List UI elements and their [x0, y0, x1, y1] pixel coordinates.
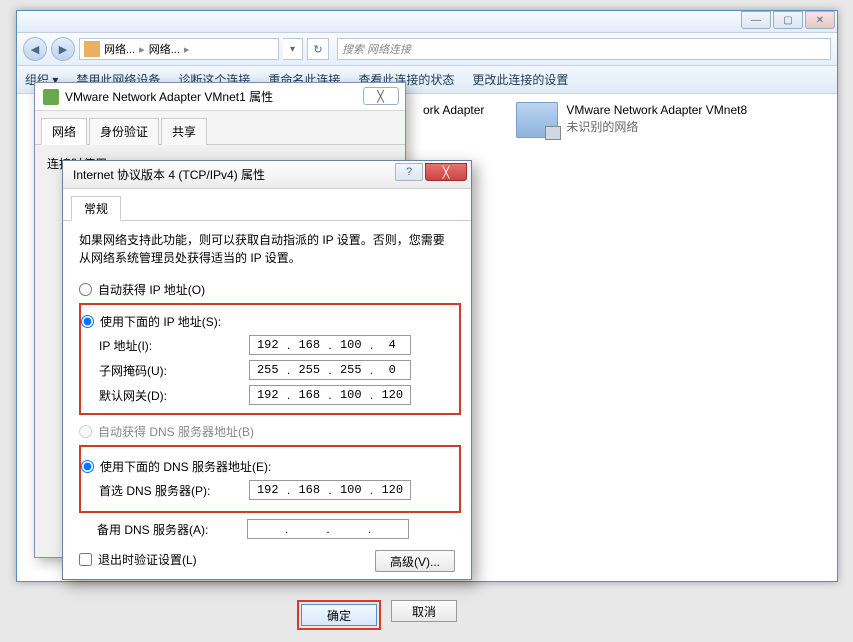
- highlight-box-ip: 使用下面的 IP 地址(S): IP 地址(I): 192. 168. 100.…: [79, 303, 461, 415]
- dialog-title: VMware Network Adapter VMnet1 属性: [65, 88, 273, 105]
- radio-use-dns[interactable]: 使用下面的 DNS 服务器地址(E):: [81, 458, 453, 475]
- gateway-label: 默认网关(D):: [81, 387, 241, 404]
- adapter-icon: [43, 89, 59, 105]
- adapter-icon: [516, 102, 558, 138]
- dns1-input[interactable]: 192. 168. 100. 120: [249, 480, 411, 500]
- radio-input[interactable]: [81, 315, 94, 328]
- folder-icon: [84, 41, 100, 57]
- nav-forward-button[interactable]: ▶: [51, 37, 75, 61]
- highlight-box-ok: 确定: [297, 600, 381, 630]
- radio-input[interactable]: [79, 283, 92, 296]
- help-button[interactable]: ?: [395, 163, 423, 181]
- ipv4-properties-dialog: Internet 协议版本 4 (TCP/IPv4) 属性 ? ╳ 常规 如果网…: [62, 160, 472, 580]
- minimize-button[interactable]: —: [741, 11, 771, 29]
- validate-checkbox[interactable]: [79, 553, 92, 566]
- radio-label: 使用下面的 IP 地址(S):: [100, 313, 221, 330]
- dialog-tabs: 常规: [63, 189, 471, 221]
- ok-button[interactable]: 确定: [301, 604, 377, 626]
- nav-back-button[interactable]: ◀: [23, 37, 47, 61]
- tab-share[interactable]: 共享: [161, 118, 207, 145]
- dialog-tabs: 网络 身份验证 共享: [35, 111, 405, 145]
- explorer-titlebar: — ▢ ✕: [17, 11, 837, 33]
- gateway-input[interactable]: 192. 168. 100. 120: [249, 385, 411, 405]
- adapter-status: 未识别的网络: [566, 119, 747, 136]
- adapter-item[interactable]: VMware Network Adapter VMnet8 未识别的网络: [516, 102, 747, 138]
- toolbar-change[interactable]: 更改此连接的设置: [472, 71, 568, 88]
- ip-input[interactable]: 192. 168. 100. 4: [249, 335, 411, 355]
- adapter-name: ork Adapter: [423, 102, 484, 119]
- refresh-button[interactable]: ↻: [307, 38, 329, 60]
- dialog-titlebar: VMware Network Adapter VMnet1 属性 ╳: [35, 83, 405, 111]
- radio-label: 自动获得 DNS 服务器地址(B): [98, 423, 254, 440]
- tab-network[interactable]: 网络: [41, 118, 87, 145]
- radio-input: [79, 425, 92, 438]
- dns1-label: 首选 DNS 服务器(P):: [81, 482, 241, 499]
- highlight-box-dns: 使用下面的 DNS 服务器地址(E): 首选 DNS 服务器(P): 192. …: [79, 445, 461, 513]
- dns2-label: 备用 DNS 服务器(A):: [79, 521, 239, 538]
- radio-auto-ip[interactable]: 自动获得 IP 地址(O): [79, 281, 455, 298]
- mask-label: 子网掩码(U):: [81, 362, 241, 379]
- dns2-input[interactable]: . . .: [247, 519, 409, 539]
- radio-label: 使用下面的 DNS 服务器地址(E):: [100, 458, 271, 475]
- cancel-button[interactable]: 取消: [391, 600, 457, 622]
- checkbox-label: 退出时验证设置(L): [98, 551, 197, 568]
- chevron-right-icon: ▸: [139, 43, 145, 56]
- search-placeholder: 搜索 网络连接: [342, 41, 411, 57]
- radio-label: 自动获得 IP 地址(O): [98, 281, 205, 298]
- address-bar[interactable]: 网络... ▸ 网络... ▸: [79, 38, 279, 60]
- radio-auto-dns: 自动获得 DNS 服务器地址(B): [79, 423, 455, 440]
- addr-dropdown[interactable]: ▾: [283, 38, 303, 60]
- dialog-titlebar: Internet 协议版本 4 (TCP/IPv4) 属性 ? ╳: [63, 161, 471, 189]
- tab-auth[interactable]: 身份验证: [89, 118, 159, 145]
- breadcrumb-seg[interactable]: 网络...: [104, 41, 135, 57]
- radio-use-ip[interactable]: 使用下面的 IP 地址(S):: [81, 313, 453, 330]
- close-button[interactable]: ╳: [363, 87, 399, 105]
- radio-input[interactable]: [81, 460, 94, 473]
- description-text: 如果网络支持此功能，则可以获取自动指派的 IP 设置。否则，您需要从网络系统管理…: [79, 231, 455, 267]
- chevron-right-icon: ▸: [184, 43, 190, 56]
- adapter-item[interactable]: ork Adapter: [423, 102, 484, 119]
- breadcrumb-seg[interactable]: 网络...: [149, 41, 180, 57]
- explorer-navbar: ◀ ▶ 网络... ▸ 网络... ▸ ▾ ↻ 搜索 网络连接: [17, 33, 837, 66]
- tab-general[interactable]: 常规: [71, 196, 121, 221]
- dialog-body: 如果网络支持此功能，则可以获取自动指派的 IP 设置。否则，您需要从网络系统管理…: [63, 221, 471, 592]
- adapter-name: VMware Network Adapter VMnet8: [566, 102, 747, 119]
- advanced-button[interactable]: 高级(V)...: [375, 550, 455, 572]
- ip-label: IP 地址(I):: [81, 337, 241, 354]
- close-button[interactable]: ╳: [425, 163, 467, 181]
- search-input[interactable]: 搜索 网络连接: [337, 38, 831, 60]
- close-button[interactable]: ✕: [805, 11, 835, 29]
- dialog-title: Internet 协议版本 4 (TCP/IPv4) 属性: [73, 166, 265, 183]
- mask-input[interactable]: 255. 255. 255. 0: [249, 360, 411, 380]
- maximize-button[interactable]: ▢: [773, 11, 803, 29]
